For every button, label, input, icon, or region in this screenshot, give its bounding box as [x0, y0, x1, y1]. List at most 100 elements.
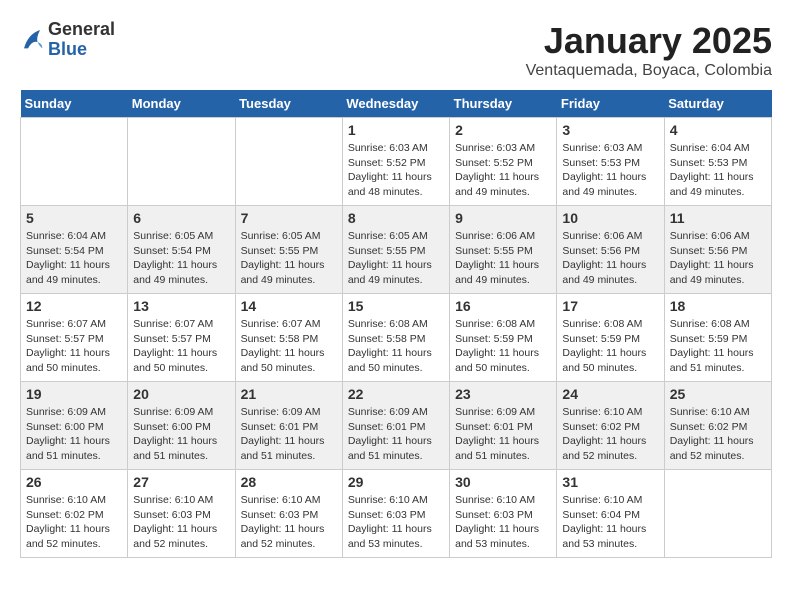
- day-info: Sunrise: 6:08 AM Sunset: 5:59 PM Dayligh…: [670, 317, 766, 376]
- calendar-header: Sunday Monday Tuesday Wednesday Thursday…: [21, 90, 772, 118]
- day-info: Sunrise: 6:10 AM Sunset: 6:03 PM Dayligh…: [455, 493, 551, 552]
- table-row: 1 Sunrise: 6:03 AM Sunset: 5:52 PM Daylig…: [342, 118, 449, 206]
- day-info: Sunrise: 6:10 AM Sunset: 6:02 PM Dayligh…: [26, 493, 122, 552]
- table-row: 4Sunrise: 6:04 AM Sunset: 5:53 PM Daylig…: [664, 118, 771, 206]
- logo-blue-text: Blue: [48, 40, 115, 60]
- day-info: Sunrise: 6:08 AM Sunset: 5:59 PM Dayligh…: [455, 317, 551, 376]
- title-block: January 2025 Ventaquemada, Boyaca, Colom…: [526, 20, 772, 80]
- table-row: 20 Sunrise: 6:09 AM Sunset: 6:00 PM Dayli…: [128, 382, 235, 470]
- day-number: 25: [670, 386, 766, 402]
- day-info: Sunrise: 6:07 AM Sunset: 5:58 PM Dayligh…: [241, 317, 337, 376]
- day-info: Sunrise: 6:09 AM Sunset: 6:01 PM Dayligh…: [455, 405, 551, 464]
- logo: General Blue: [20, 20, 115, 60]
- logo-bird-icon: [20, 26, 44, 54]
- header-sunday: Sunday: [21, 90, 128, 118]
- day-info: Sunrise: 6:10 AM Sunset: 6:03 PM Dayligh…: [348, 493, 444, 552]
- logo-general-text: General: [48, 20, 115, 40]
- header-friday: Friday: [557, 90, 664, 118]
- day-info: Sunrise: 6:03 AM Sunset: 5:52 PM Dayligh…: [348, 141, 444, 200]
- day-number: 28: [241, 474, 337, 490]
- table-row: 13 Sunrise: 6:07 AM Sunset: 5:57 PM Dayli…: [128, 294, 235, 382]
- table-row: 2 Sunrise: 6:03 AM Sunset: 5:52 PM Daylig…: [450, 118, 557, 206]
- table-row: 24Sunrise: 6:10 AM Sunset: 6:02 PM Dayli…: [557, 382, 664, 470]
- day-number: 3: [562, 122, 658, 138]
- table-row: 27 Sunrise: 6:10 AM Sunset: 6:03 PM Dayli…: [128, 470, 235, 558]
- table-row: 28 Sunrise: 6:10 AM Sunset: 6:03 PM Dayli…: [235, 470, 342, 558]
- day-number: 6: [133, 210, 229, 226]
- header-monday: Monday: [128, 90, 235, 118]
- day-number: 14: [241, 298, 337, 314]
- day-info: Sunrise: 6:03 AM Sunset: 5:53 PM Dayligh…: [562, 141, 658, 200]
- day-info: Sunrise: 6:09 AM Sunset: 6:00 PM Dayligh…: [133, 405, 229, 464]
- day-number: 19: [26, 386, 122, 402]
- day-number: 22: [348, 386, 444, 402]
- table-row: [128, 118, 235, 206]
- day-number: 13: [133, 298, 229, 314]
- day-info: Sunrise: 6:03 AM Sunset: 5:52 PM Dayligh…: [455, 141, 551, 200]
- day-info: Sunrise: 6:04 AM Sunset: 5:54 PM Dayligh…: [26, 229, 122, 288]
- day-info: Sunrise: 6:10 AM Sunset: 6:02 PM Dayligh…: [562, 405, 658, 464]
- table-row: 15 Sunrise: 6:08 AM Sunset: 5:58 PM Dayli…: [342, 294, 449, 382]
- day-info: Sunrise: 6:09 AM Sunset: 6:00 PM Dayligh…: [26, 405, 122, 464]
- day-number: 4: [670, 122, 766, 138]
- table-row: 17Sunrise: 6:08 AM Sunset: 5:59 PM Dayli…: [557, 294, 664, 382]
- day-info: Sunrise: 6:05 AM Sunset: 5:55 PM Dayligh…: [241, 229, 337, 288]
- day-number: 18: [670, 298, 766, 314]
- table-row: 22Sunrise: 6:09 AM Sunset: 6:01 PM Dayli…: [342, 382, 449, 470]
- day-info: Sunrise: 6:07 AM Sunset: 5:57 PM Dayligh…: [133, 317, 229, 376]
- day-number: 9: [455, 210, 551, 226]
- table-row: [664, 470, 771, 558]
- day-number: 7: [241, 210, 337, 226]
- table-row: 5 Sunrise: 6:04 AM Sunset: 5:54 PM Daylig…: [21, 206, 128, 294]
- table-row: 23Sunrise: 6:09 AM Sunset: 6:01 PM Dayli…: [450, 382, 557, 470]
- table-row: [235, 118, 342, 206]
- day-info: Sunrise: 6:06 AM Sunset: 5:56 PM Dayligh…: [670, 229, 766, 288]
- day-info: Sunrise: 6:07 AM Sunset: 5:57 PM Dayligh…: [26, 317, 122, 376]
- day-info: Sunrise: 6:08 AM Sunset: 5:58 PM Dayligh…: [348, 317, 444, 376]
- table-row: 19 Sunrise: 6:09 AM Sunset: 6:00 PM Dayli…: [21, 382, 128, 470]
- day-info: Sunrise: 6:10 AM Sunset: 6:03 PM Dayligh…: [241, 493, 337, 552]
- table-row: 16Sunrise: 6:08 AM Sunset: 5:59 PM Dayli…: [450, 294, 557, 382]
- table-row: 18 Sunrise: 6:08 AM Sunset: 5:59 PM Dayli…: [664, 294, 771, 382]
- day-number: 20: [133, 386, 229, 402]
- table-row: 25 Sunrise: 6:10 AM Sunset: 6:02 PM Dayli…: [664, 382, 771, 470]
- day-number: 30: [455, 474, 551, 490]
- header-saturday: Saturday: [664, 90, 771, 118]
- calendar-table: Sunday Monday Tuesday Wednesday Thursday…: [20, 90, 772, 558]
- page-header: General Blue January 2025 Ventaquemada, …: [20, 20, 772, 80]
- day-number: 1: [348, 122, 444, 138]
- header-thursday: Thursday: [450, 90, 557, 118]
- day-info: Sunrise: 6:09 AM Sunset: 6:01 PM Dayligh…: [241, 405, 337, 464]
- calendar-week-row: 1 Sunrise: 6:03 AM Sunset: 5:52 PM Daylig…: [21, 118, 772, 206]
- table-row: 6Sunrise: 6:05 AM Sunset: 5:54 PM Daylig…: [128, 206, 235, 294]
- day-info: Sunrise: 6:05 AM Sunset: 5:55 PM Dayligh…: [348, 229, 444, 288]
- day-number: 5: [26, 210, 122, 226]
- day-number: 31: [562, 474, 658, 490]
- day-info: Sunrise: 6:06 AM Sunset: 5:56 PM Dayligh…: [562, 229, 658, 288]
- table-row: 9Sunrise: 6:06 AM Sunset: 5:55 PM Daylig…: [450, 206, 557, 294]
- day-number: 21: [241, 386, 337, 402]
- calendar-week-row: 19 Sunrise: 6:09 AM Sunset: 6:00 PM Dayli…: [21, 382, 772, 470]
- day-number: 17: [562, 298, 658, 314]
- day-number: 11: [670, 210, 766, 226]
- day-number: 12: [26, 298, 122, 314]
- table-row: 10Sunrise: 6:06 AM Sunset: 5:56 PM Dayli…: [557, 206, 664, 294]
- weekday-header-row: Sunday Monday Tuesday Wednesday Thursday…: [21, 90, 772, 118]
- calendar-week-row: 12 Sunrise: 6:07 AM Sunset: 5:57 PM Dayli…: [21, 294, 772, 382]
- location-subtitle: Ventaquemada, Boyaca, Colombia: [526, 62, 772, 80]
- table-row: 11 Sunrise: 6:06 AM Sunset: 5:56 PM Dayli…: [664, 206, 771, 294]
- calendar-week-row: 26Sunrise: 6:10 AM Sunset: 6:02 PM Dayli…: [21, 470, 772, 558]
- table-row: 30 Sunrise: 6:10 AM Sunset: 6:03 PM Dayli…: [450, 470, 557, 558]
- day-number: 2: [455, 122, 551, 138]
- table-row: 8Sunrise: 6:05 AM Sunset: 5:55 PM Daylig…: [342, 206, 449, 294]
- day-info: Sunrise: 6:10 AM Sunset: 6:02 PM Dayligh…: [670, 405, 766, 464]
- day-number: 29: [348, 474, 444, 490]
- table-row: 26Sunrise: 6:10 AM Sunset: 6:02 PM Dayli…: [21, 470, 128, 558]
- table-row: 7 Sunrise: 6:05 AM Sunset: 5:55 PM Daylig…: [235, 206, 342, 294]
- table-row: 31Sunrise: 6:10 AM Sunset: 6:04 PM Dayli…: [557, 470, 664, 558]
- day-number: 15: [348, 298, 444, 314]
- day-number: 27: [133, 474, 229, 490]
- day-info: Sunrise: 6:10 AM Sunset: 6:03 PM Dayligh…: [133, 493, 229, 552]
- table-row: 14 Sunrise: 6:07 AM Sunset: 5:58 PM Dayli…: [235, 294, 342, 382]
- header-wednesday: Wednesday: [342, 90, 449, 118]
